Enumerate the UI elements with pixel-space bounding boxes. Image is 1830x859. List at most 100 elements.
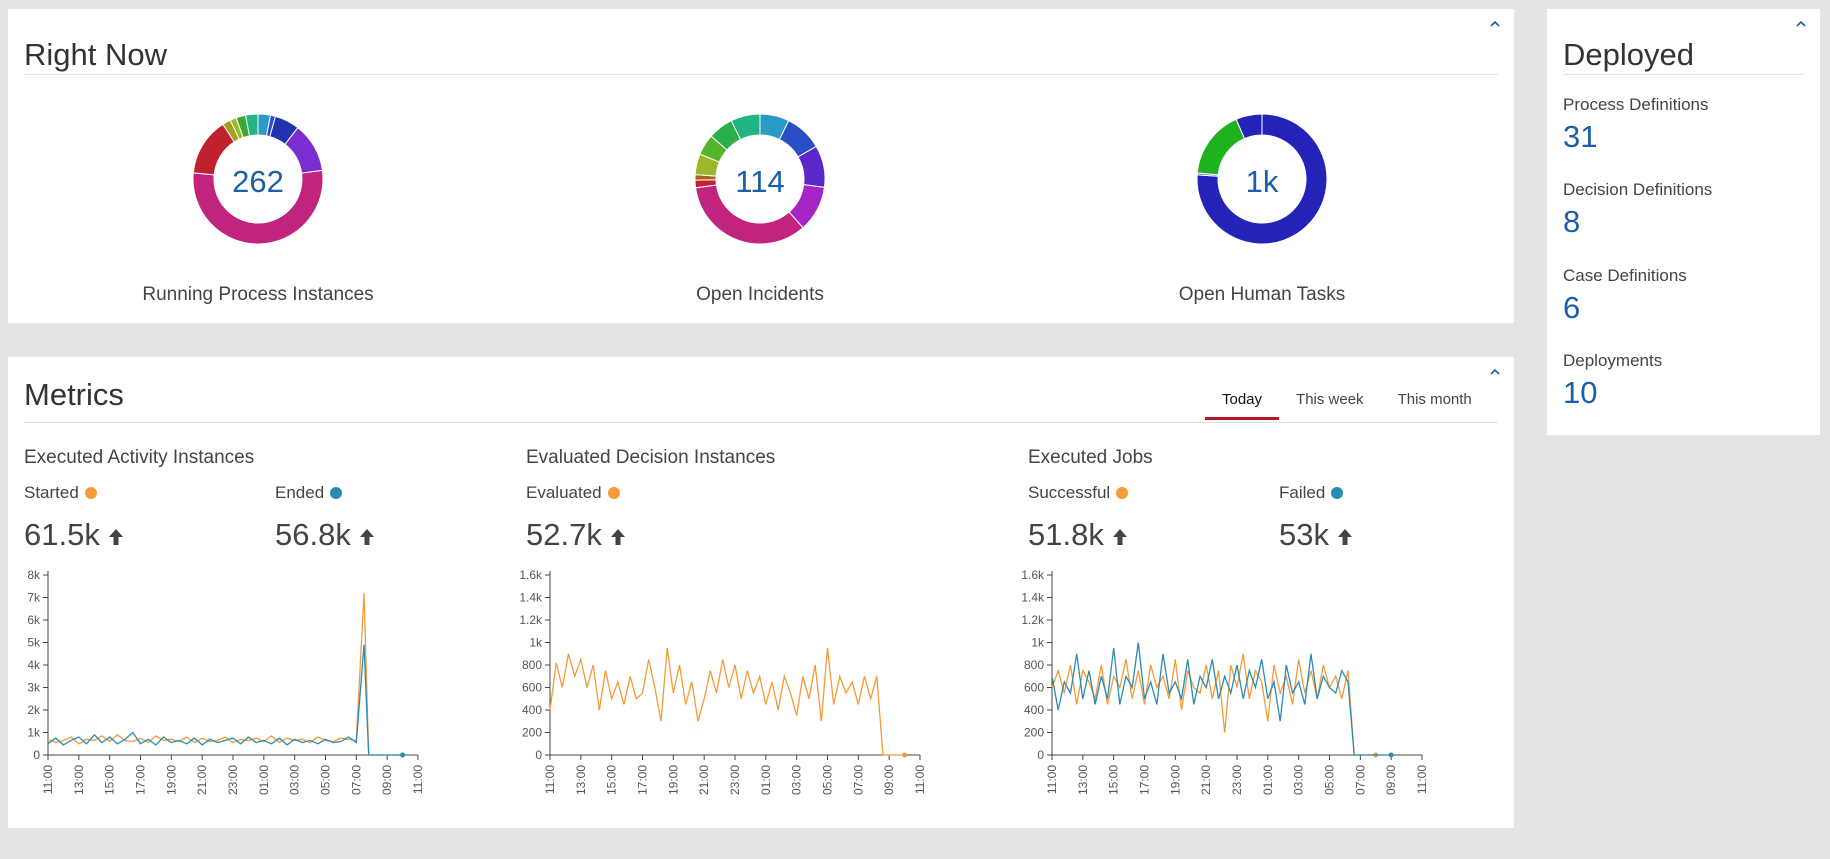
- metric-value-ended: 56.8k: [275, 517, 375, 553]
- x-tick-label: 07:00: [851, 765, 865, 795]
- deployed-count[interactable]: 10: [1563, 375, 1662, 411]
- x-tick-label: 11:00: [913, 765, 927, 794]
- right-now-title: Right Now: [24, 37, 167, 72]
- donut-label[interactable]: Open Incidents: [610, 284, 910, 306]
- y-tick-label: 1k: [529, 636, 543, 650]
- metric-value: 53k: [1279, 517, 1329, 552]
- collapse-chevron-icon[interactable]: [1488, 17, 1502, 31]
- deployed-deployments[interactable]: Deployments 10: [1563, 351, 1662, 411]
- x-tick-label: 05:00: [821, 765, 835, 795]
- y-tick-label: 1k: [1031, 636, 1045, 650]
- y-tick-label: 600: [1024, 681, 1044, 695]
- x-tick-label: 11:00: [543, 765, 557, 794]
- metric-evaluated-decision-instances: Evaluated Decision Instances Evaluated 5…: [510, 447, 1010, 827]
- tab-this-week[interactable]: This week: [1279, 379, 1381, 417]
- y-tick-label: 0: [1037, 748, 1044, 762]
- donut-value[interactable]: 262: [108, 164, 408, 200]
- blue-dot-icon: [1331, 487, 1344, 499]
- x-tick-label: 19:00: [1168, 765, 1182, 795]
- legend-evaluated[interactable]: Evaluated: [526, 483, 620, 503]
- deployed-label: Decision Definitions: [1563, 180, 1713, 199]
- series-line[interactable]: [549, 648, 905, 756]
- series-end-point[interactable]: [1388, 752, 1394, 758]
- line-chart[interactable]: 0 200 400 600 800 1k 1.2k 1.4k 1.6k 11:00 13:00 15:…: [510, 557, 1000, 817]
- legend-failed[interactable]: Failed: [1279, 483, 1344, 503]
- tab-today[interactable]: Today: [1205, 379, 1280, 420]
- x-tick-label: 23:00: [728, 765, 742, 795]
- metric-executed-activity-instances: Executed Activity Instances Started 61.5…: [8, 447, 508, 827]
- deployed-label: Process Definitions: [1563, 95, 1709, 114]
- x-tick-label: 19:00: [666, 765, 680, 795]
- legend-label: Started: [24, 483, 79, 502]
- x-tick-label: 05:00: [1323, 765, 1337, 795]
- x-tick-label: 03:00: [1292, 765, 1306, 795]
- legend-label: Failed: [1279, 483, 1326, 502]
- metric-value-successful: 51.8k: [1028, 517, 1128, 553]
- series-line[interactable]: [47, 644, 403, 756]
- y-tick-label: 1.2k: [519, 613, 543, 627]
- deployed-count[interactable]: 31: [1563, 119, 1709, 155]
- deployed-process-definitions[interactable]: Process Definitions 31: [1563, 95, 1709, 155]
- x-tick-label: 09:00: [882, 765, 896, 795]
- metric-value: 51.8k: [1028, 517, 1104, 552]
- y-tick-label: 1.6k: [519, 568, 543, 582]
- donut-label[interactable]: Open Human Tasks: [1112, 284, 1412, 306]
- y-tick-label: 200: [522, 726, 542, 740]
- metric-value-failed: 53k: [1279, 517, 1353, 553]
- orange-dot-icon: [607, 487, 620, 499]
- donut-value[interactable]: 114: [610, 164, 910, 200]
- x-tick-label: 13:00: [72, 765, 86, 795]
- x-tick-label: 09:00: [1384, 765, 1398, 795]
- donut-open-incidents[interactable]: 114 Open Incidents: [610, 104, 910, 306]
- donut-running-process-instances[interactable]: 262 Running Process Instances: [108, 104, 408, 306]
- deployed-case-definitions[interactable]: Case Definitions 6: [1563, 266, 1687, 326]
- donut-open-human-tasks[interactable]: 1k Open Human Tasks: [1112, 104, 1412, 306]
- donut-value[interactable]: 1k: [1112, 164, 1412, 200]
- legend-started[interactable]: Started: [24, 483, 97, 503]
- line-chart[interactable]: 0 1k 2k 3k 4k 5k 6k 7k 8k 11:00 13:00 15:00 17:00 19:…: [8, 557, 498, 817]
- line-chart[interactable]: 0 200 400 600 800 1k 1.2k 1.4k 1.6k 11:00 13:00 15:…: [1012, 557, 1502, 817]
- deployed-count[interactable]: 8: [1563, 204, 1712, 240]
- series-line[interactable]: [47, 592, 403, 756]
- orange-dot-icon: [84, 487, 97, 499]
- deployed-label: Deployments: [1563, 351, 1663, 370]
- series-end-point[interactable]: [902, 752, 908, 758]
- legend-successful[interactable]: Successful: [1028, 483, 1129, 503]
- y-tick-label: 1.6k: [1021, 568, 1045, 582]
- metric-value-evaluated: 52.7k: [526, 517, 626, 553]
- x-tick-label: 01:00: [1261, 765, 1275, 795]
- arrow-up-icon: [610, 529, 625, 545]
- legend-ended[interactable]: Ended: [275, 483, 343, 503]
- deployed-title: Deployed: [1563, 37, 1694, 72]
- deployed-count[interactable]: 6: [1563, 290, 1687, 326]
- x-tick-label: 17:00: [134, 765, 148, 795]
- metric-title: Executed Activity Instances: [24, 447, 255, 468]
- x-tick-label: 21:00: [195, 765, 209, 795]
- y-tick-label: 400: [522, 703, 542, 717]
- y-tick-label: 1k: [27, 726, 41, 740]
- y-tick-label: 1.4k: [519, 591, 543, 605]
- y-tick-label: 0: [33, 748, 40, 762]
- x-tick-label: 09:00: [380, 765, 394, 795]
- x-tick-label: 01:00: [257, 765, 271, 795]
- collapse-chevron-icon[interactable]: [1794, 17, 1808, 31]
- series-end-point[interactable]: [400, 752, 406, 758]
- x-tick-label: 19:00: [164, 765, 178, 795]
- y-tick-label: 5k: [27, 636, 41, 650]
- donut-label[interactable]: Running Process Instances: [108, 284, 408, 306]
- legend-label: Successful: [1028, 483, 1111, 502]
- y-tick-label: 6k: [27, 613, 41, 627]
- metric-value: 56.8k: [275, 517, 351, 552]
- x-tick-label: 15:00: [1107, 765, 1121, 795]
- x-tick-label: 11:00: [1415, 765, 1429, 794]
- arrow-up-icon: [359, 529, 374, 545]
- arrow-up-icon: [1337, 529, 1352, 545]
- divider: [24, 422, 1498, 423]
- metric-title: Executed Jobs: [1028, 447, 1153, 468]
- legend-label: Ended: [275, 483, 325, 502]
- x-tick-label: 03:00: [288, 765, 302, 795]
- tab-this-month[interactable]: This month: [1381, 379, 1489, 417]
- x-tick-label: 11:00: [411, 765, 425, 794]
- deployed-decision-definitions[interactable]: Decision Definitions 8: [1563, 180, 1712, 240]
- collapse-chevron-icon[interactable]: [1488, 365, 1502, 379]
